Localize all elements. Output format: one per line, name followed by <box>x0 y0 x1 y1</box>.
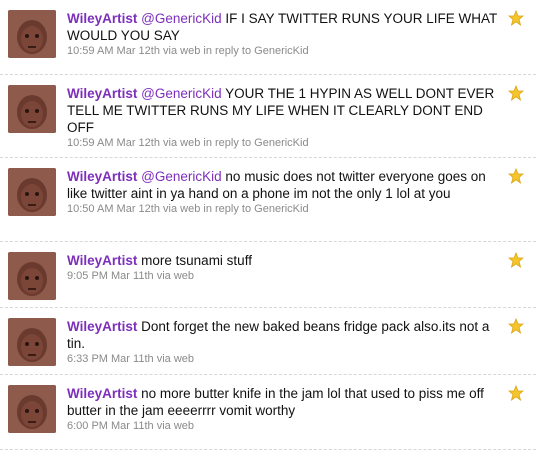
mention-link[interactable]: @GenericKid <box>141 11 222 26</box>
tweet-meta: 10:59 AM Mar 12th via web in reply to Ge… <box>67 136 499 150</box>
mention-link[interactable]: @GenericKid <box>141 86 222 101</box>
reply-label: in reply to <box>203 203 252 215</box>
via-label: via <box>163 137 178 149</box>
source-link[interactable]: web <box>174 420 194 432</box>
star-icon[interactable] <box>508 385 524 401</box>
star-icon[interactable] <box>508 168 524 184</box>
timestamp-link[interactable]: 6:00 PM Mar 11th <box>67 420 154 432</box>
avatar[interactable] <box>8 85 56 133</box>
source-link[interactable]: web <box>180 137 200 149</box>
reply-to-link[interactable]: GenericKid <box>254 45 308 57</box>
source-link[interactable]: web <box>180 45 200 57</box>
tweet-body: WileyArtist @GenericKid no music does no… <box>67 168 499 216</box>
tweet-meta: 6:00 PM Mar 11th via web <box>67 419 499 433</box>
timeline: WileyArtist @GenericKid IF I SAY TWITTER… <box>0 0 552 452</box>
mention-link[interactable]: @GenericKid <box>141 169 222 184</box>
timestamp-link[interactable]: 9:05 PM Mar 11th <box>67 270 154 282</box>
reply-label: in reply to <box>203 137 252 149</box>
via-label: via <box>156 270 171 282</box>
timestamp-link[interactable]: 10:50 AM Mar 12th <box>67 203 160 215</box>
source-link[interactable]: web <box>180 203 200 215</box>
via-label: via <box>156 420 171 432</box>
tweet: WileyArtist @GenericKid no music does no… <box>0 158 536 242</box>
tweet: WileyArtist more tsunami stuff 9:05 PM M… <box>0 242 536 308</box>
screen-name-link[interactable]: WileyArtist <box>67 253 137 268</box>
screen-name-link[interactable]: WileyArtist <box>67 319 137 334</box>
star-icon[interactable] <box>508 85 524 101</box>
tweet: WileyArtist no more butter knife in the … <box>0 375 536 450</box>
reply-to-link[interactable]: GenericKid <box>254 137 308 149</box>
tweet-body: WileyArtist @GenericKid IF I SAY TWITTER… <box>67 10 499 58</box>
tweet-body: WileyArtist no more butter knife in the … <box>67 385 499 433</box>
tweet: WileyArtist Dont forget the new baked be… <box>0 308 536 375</box>
avatar[interactable] <box>8 385 56 433</box>
screen-name-link[interactable]: WileyArtist <box>67 11 137 26</box>
timestamp-link[interactable]: 10:59 AM Mar 12th <box>67 137 160 149</box>
via-label: via <box>163 203 178 215</box>
tweet-meta: 9:05 PM Mar 11th via web <box>67 269 499 283</box>
timestamp-link[interactable]: 10:59 AM Mar 12th <box>67 45 160 57</box>
tweet-meta: 6:33 PM Mar 11th via web <box>67 352 499 366</box>
tweet-body: WileyArtist Dont forget the new baked be… <box>67 318 499 366</box>
via-label: via <box>163 45 178 57</box>
tweet-body: WileyArtist more tsunami stuff 9:05 PM M… <box>67 252 499 283</box>
avatar[interactable] <box>8 168 56 216</box>
timestamp-link[interactable]: 6:33 PM Mar 11th <box>67 353 154 365</box>
via-label: via <box>156 353 171 365</box>
avatar[interactable] <box>8 252 56 300</box>
screen-name-link[interactable]: WileyArtist <box>67 169 137 184</box>
avatar[interactable] <box>8 318 56 366</box>
source-link[interactable]: web <box>174 270 194 282</box>
tweet-text: more tsunami stuff <box>137 253 252 268</box>
tweet: WileyArtist @GenericKid IF I SAY TWITTER… <box>0 0 536 75</box>
tweet-body: WileyArtist @GenericKid YOUR THE 1 HYPIN… <box>67 85 499 150</box>
tweet-meta: 10:50 AM Mar 12th via web in reply to Ge… <box>67 202 499 216</box>
avatar[interactable] <box>8 10 56 58</box>
star-icon[interactable] <box>508 10 524 26</box>
tweet-meta: 10:59 AM Mar 12th via web in reply to Ge… <box>67 44 499 58</box>
tweet: WileyArtist @GenericKid YOUR THE 1 HYPIN… <box>0 75 536 158</box>
reply-label: in reply to <box>203 45 252 57</box>
reply-to-link[interactable]: GenericKid <box>254 203 308 215</box>
star-icon[interactable] <box>508 252 524 268</box>
screen-name-link[interactable]: WileyArtist <box>67 86 137 101</box>
star-icon[interactable] <box>508 318 524 334</box>
screen-name-link[interactable]: WileyArtist <box>67 386 137 401</box>
source-link[interactable]: web <box>174 353 194 365</box>
